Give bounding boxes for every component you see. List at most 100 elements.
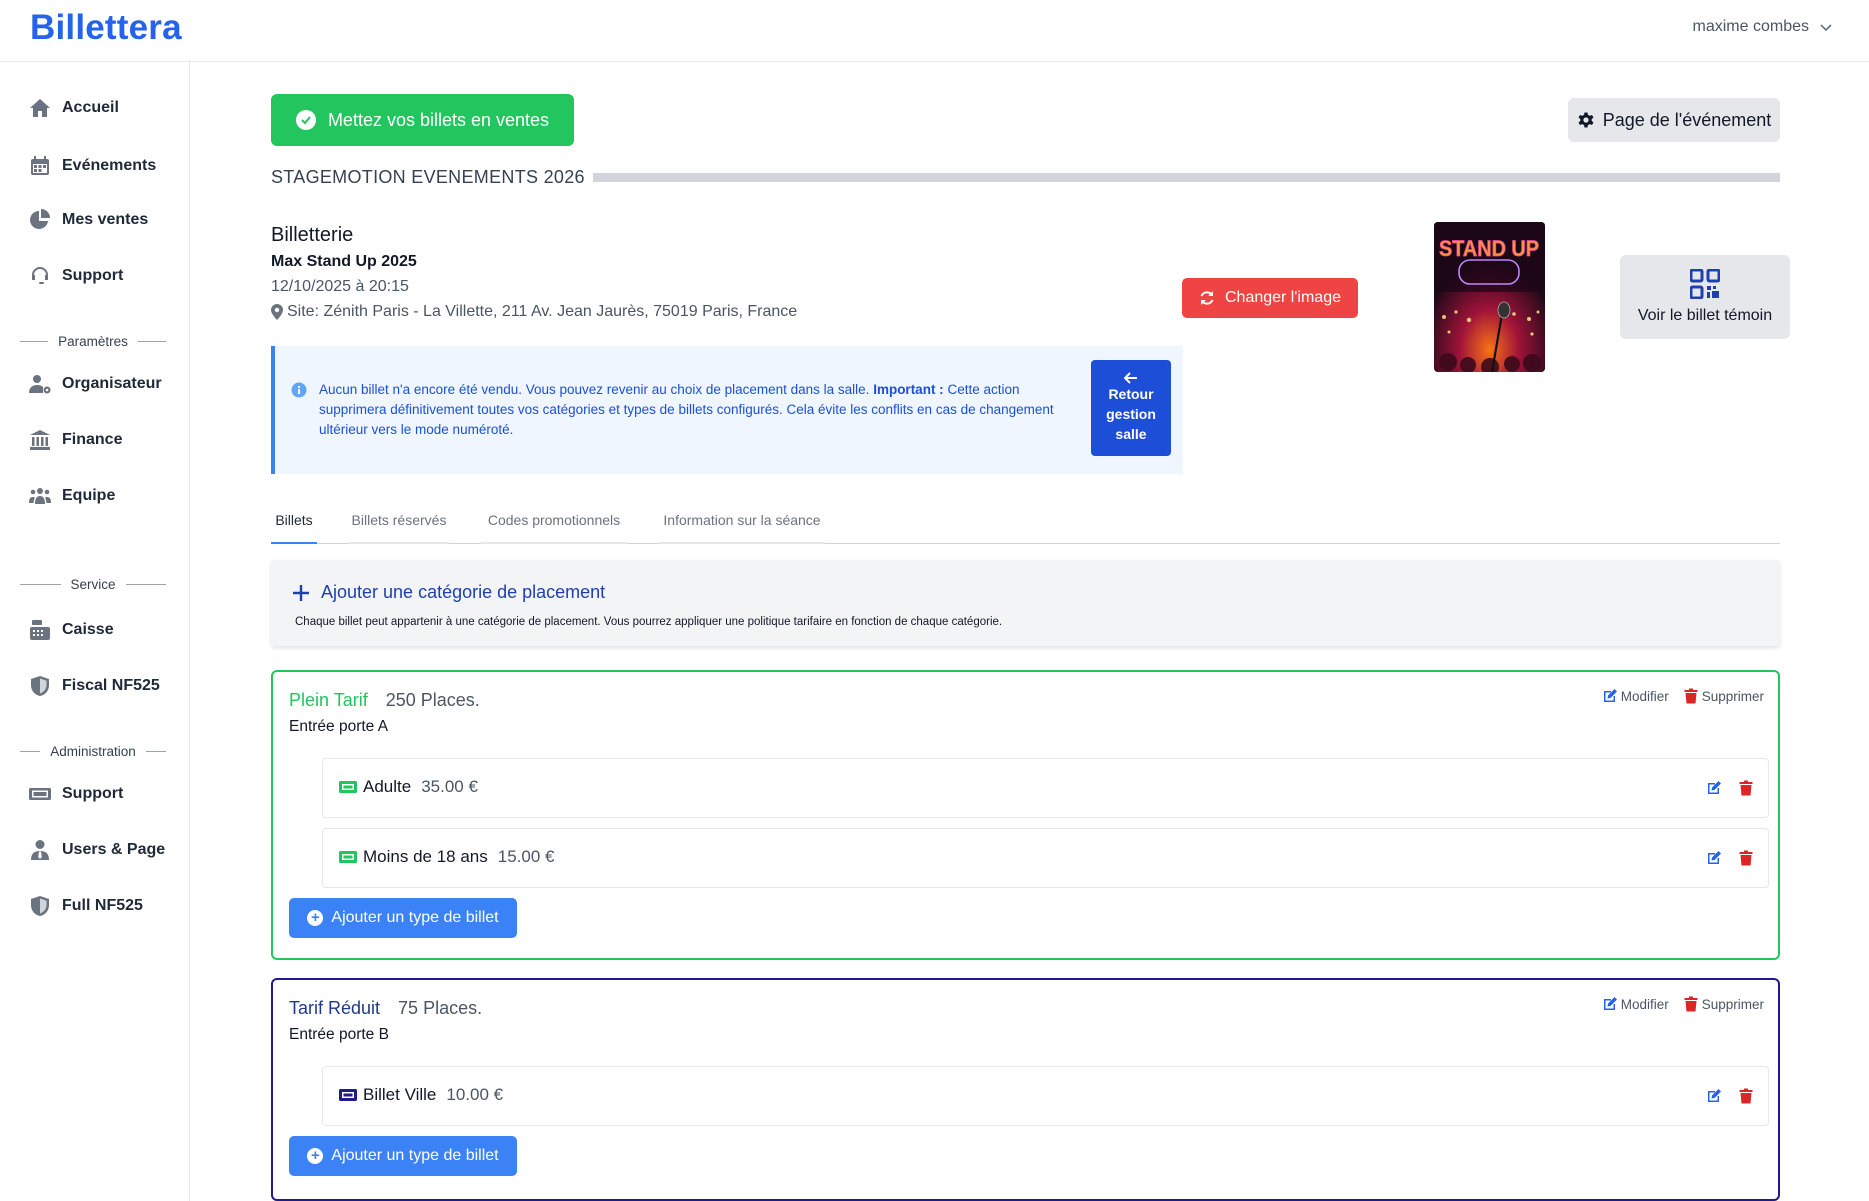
sidebar-item-label: Evénements	[62, 157, 157, 174]
headset-icon	[32, 267, 48, 284]
poster-artwork: STAND UP	[1434, 222, 1545, 372]
user-gear-icon	[29, 375, 51, 394]
category-door: Entrée porte A	[289, 718, 389, 735]
ticket-name: Adulte	[363, 777, 412, 796]
edit-icon[interactable]	[1706, 849, 1722, 867]
sell-tickets-label: Mettez vos billets en ventes	[327, 109, 550, 130]
sidebar-item-users-page[interactable]: Users & Page	[28, 834, 165, 866]
sidebar-item-fiscal-nf525[interactable]: Fiscal NF525	[28, 670, 160, 702]
ticket-row: Billet Ville 10.00 €	[322, 1066, 1769, 1126]
ticket-price: 15.00 €	[497, 847, 555, 866]
back-to-hall-management-button[interactable]: Retour gestion salle	[1091, 360, 1171, 456]
category-delete-button[interactable]: Supprimer	[1683, 996, 1764, 1012]
sidebar-item-label: Accueil	[62, 99, 119, 116]
refresh-icon	[1200, 291, 1214, 305]
sidebar-item-label: Organisateur	[62, 375, 162, 392]
add-category-panel: Ajouter une catégorie de placement Chaqu…	[271, 560, 1780, 646]
shield-icon	[31, 896, 49, 916]
poster-title: STAND UP	[1439, 236, 1539, 261]
sidebar-item-label: Support	[62, 267, 124, 284]
change-image-label: Changer l'image	[1224, 289, 1341, 306]
sidebar-item-label: Users & Page	[62, 841, 166, 858]
sidebar: Accueil Evénements Mes ventes Support Pa…	[0, 62, 190, 1201]
chevron-down-icon	[1820, 24, 1832, 32]
event-poster[interactable]: STAND UP	[1434, 222, 1545, 372]
info-alert: Aucun billet n'a encore été vendu. Vous …	[271, 346, 1183, 474]
sidebar-section-parametres: Paramètres	[20, 334, 166, 349]
sell-tickets-button[interactable]: Mettez vos billets en ventes	[271, 94, 574, 146]
plus-icon	[293, 584, 309, 601]
tab-billets-reserves[interactable]: Billets réservés	[349, 498, 449, 544]
gear-icon	[1578, 112, 1594, 128]
sidebar-item-label: Caisse	[62, 621, 114, 638]
sidebar-item-full-nf525[interactable]: Full NF525	[28, 890, 143, 922]
event-page-label: Page de l'événement	[1602, 109, 1772, 130]
edit-icon[interactable]	[1706, 779, 1722, 797]
tab-codes-promotionnels[interactable]: Codes promotionnels	[481, 498, 627, 544]
trash-icon[interactable]	[1738, 849, 1754, 867]
trash-icon[interactable]	[1738, 1087, 1754, 1105]
cash-register-icon	[30, 620, 50, 640]
sidebar-item-organisateur[interactable]: Organisateur	[28, 368, 162, 400]
add-ticket-type-button[interactable]: + Ajouter un type de billet	[289, 1136, 517, 1176]
tab-billets[interactable]: Billets	[271, 498, 317, 544]
sidebar-item-caisse[interactable]: Caisse	[28, 614, 114, 646]
top-bar: Billettera maxime combes	[0, 0, 1869, 62]
sidebar-item-label: Finance	[62, 431, 123, 448]
event-name: Max Stand Up 2025	[271, 253, 417, 270]
event-page-button[interactable]: Page de l'événement	[1568, 98, 1780, 142]
change-image-button[interactable]: Changer l'image	[1182, 278, 1358, 318]
category-title: Plein Tarif 250 Places.	[289, 690, 480, 711]
category-places: 75 Places.	[398, 998, 483, 1018]
sidebar-item-equipe[interactable]: Equipe	[28, 480, 115, 512]
check-circle-icon	[295, 110, 316, 130]
ticket-name: Moins de 18 ans	[363, 847, 488, 866]
category-name: Plein Tarif	[289, 690, 368, 710]
ticket-icon	[339, 851, 357, 863]
view-sample-ticket-button[interactable]: Voir le billet témoin	[1620, 255, 1790, 339]
event-header-divider	[592, 172, 1780, 182]
category-card-plein-tarif: Plein Tarif 250 Places. Entrée porte A M…	[271, 670, 1780, 960]
view-sample-ticket-label: Voir le billet témoin	[1637, 307, 1773, 324]
sidebar-item-mes-ventes[interactable]: Mes ventes	[28, 204, 148, 236]
sidebar-item-label: Fiscal NF525	[62, 677, 160, 694]
sidebar-item-admin-support[interactable]: Support	[28, 778, 123, 810]
sidebar-item-label: Equipe	[62, 487, 116, 504]
sidebar-item-finance[interactable]: Finance	[28, 424, 122, 456]
event-header: STAGEMOTION EVENEMENTS 2026	[271, 164, 1780, 190]
sidebar-section-service: Service	[20, 577, 166, 592]
category-door: Entrée porte B	[289, 1026, 389, 1043]
tab-information-seance[interactable]: Information sur la séance	[659, 498, 825, 544]
add-ticket-type-button[interactable]: + Ajouter un type de billet	[289, 898, 517, 938]
category-modify-button[interactable]: Modifier	[1602, 996, 1669, 1012]
category-places: 250 Places.	[385, 690, 480, 710]
main-content: Mettez vos billets en ventes Page de l'é…	[190, 62, 1869, 1201]
ticket-row: Moins de 18 ans 15.00 €	[322, 828, 1769, 888]
edit-icon[interactable]	[1706, 1087, 1722, 1105]
event-site: Site: Zénith Paris - La Villette, 211 Av…	[271, 303, 797, 321]
info-alert-text: Aucun billet n'a encore été vendu. Vous …	[319, 382, 1054, 437]
shield-icon	[31, 676, 49, 696]
category-title: Tarif Réduit 75 Places.	[289, 998, 482, 1019]
sidebar-item-accueil[interactable]: Accueil	[28, 92, 119, 124]
category-name: Tarif Réduit	[289, 998, 381, 1018]
sidebar-item-support[interactable]: Support	[28, 260, 123, 292]
sidebar-item-evenements[interactable]: Evénements	[28, 150, 156, 182]
trash-icon[interactable]	[1738, 779, 1754, 797]
plus-circle-icon: +	[307, 910, 324, 926]
ticket-icon	[339, 781, 357, 793]
ticket-icon	[29, 788, 51, 800]
brand-logo[interactable]: Billettera	[30, 8, 182, 48]
edit-icon	[1603, 689, 1617, 702]
sidebar-item-label: Mes ventes	[62, 211, 149, 228]
bank-icon	[30, 430, 50, 450]
category-modify-button[interactable]: Modifier	[1602, 688, 1669, 704]
add-category-link[interactable]: Ajouter une catégorie de placement	[293, 582, 605, 603]
trash-icon	[1684, 688, 1698, 704]
ticket-name: Billet Ville	[363, 1085, 437, 1104]
edit-icon	[1603, 997, 1617, 1010]
user-menu[interactable]: maxime combes	[1693, 18, 1833, 36]
user-tie-icon	[31, 840, 49, 860]
category-delete-button[interactable]: Supprimer	[1683, 688, 1764, 704]
calendar-icon	[31, 156, 49, 175]
